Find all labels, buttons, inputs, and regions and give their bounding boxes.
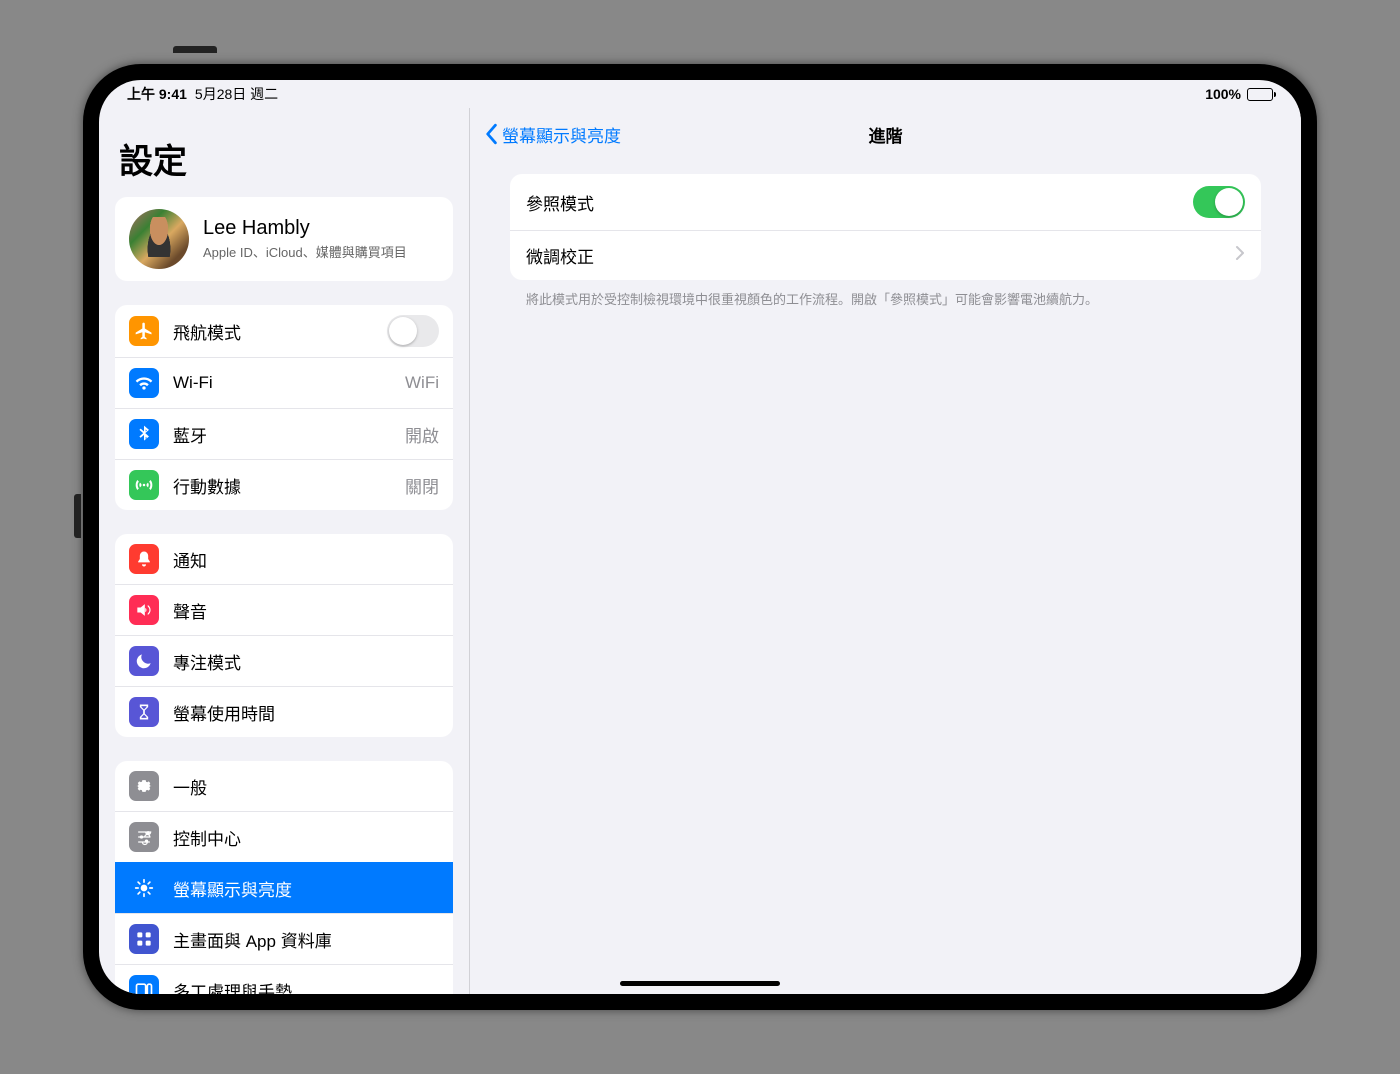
detail-title: 進階	[869, 122, 903, 147]
sidebar-item-wifi[interactable]: Wi-Fi WiFi	[115, 357, 453, 408]
account-sub: Apple ID、iCloud、媒體與購買項目	[203, 242, 407, 261]
sidebar-item-general[interactable]: 一般	[115, 761, 453, 811]
row-label: 微調校正	[526, 243, 1235, 268]
sidebar-item-label: Wi-Fi	[173, 373, 391, 393]
sidebar-item-screentime[interactable]: 螢幕使用時間	[115, 686, 453, 737]
group-notifications: 通知 聲音 專注模式	[115, 534, 453, 737]
detail-pane: 螢幕顯示與亮度 進階 參照模式 微調校正	[469, 108, 1301, 994]
status-bar: 上午 9:41 5月28日 週二 100%	[99, 80, 1301, 108]
reference-mode-row[interactable]: 參照模式	[510, 174, 1261, 230]
sidebar-item-label: 專注模式	[173, 649, 439, 674]
sidebar-item-control-center[interactable]: 控制中心	[115, 811, 453, 862]
speaker-icon	[129, 595, 159, 625]
avatar	[129, 209, 189, 269]
sidebar-item-multitasking[interactable]: 多工處理與手勢	[115, 964, 453, 994]
multitask-icon	[129, 975, 159, 994]
sidebar-item-label: 控制中心	[173, 825, 439, 850]
status-date: 5月28日 週二	[195, 84, 278, 104]
sidebar-item-label: 聲音	[173, 598, 439, 623]
account-card[interactable]: Lee Hambly Apple ID、iCloud、媒體與購買項目	[115, 197, 453, 281]
sidebar-item-bluetooth[interactable]: 藍牙 開啟	[115, 408, 453, 459]
back-button[interactable]: 螢幕顯示與亮度	[484, 122, 621, 147]
battery-icon	[1247, 88, 1273, 101]
sidebar-item-label: 行動數據	[173, 473, 391, 498]
page-title: 設定	[115, 108, 453, 197]
sidebar-item-label: 通知	[173, 547, 439, 572]
device-frame: 上午 9:41 5月28日 週二 100% 設定 Lee Ha	[83, 64, 1317, 1010]
status-time: 上午 9:41	[127, 84, 187, 104]
sidebar-item-notifications[interactable]: 通知	[115, 534, 453, 584]
sidebar-item-label: 螢幕顯示與亮度	[173, 876, 439, 901]
home-indicator[interactable]	[620, 981, 780, 986]
chevron-right-icon	[1235, 245, 1245, 266]
gear-icon	[129, 771, 159, 801]
hourglass-icon	[129, 697, 159, 727]
screen: 上午 9:41 5月28日 週二 100% 設定 Lee Ha	[99, 80, 1301, 994]
sidebar-item-label: 藍牙	[173, 422, 391, 447]
chevron-left-icon	[484, 123, 498, 145]
grid-icon	[129, 924, 159, 954]
sidebar-item-airplane[interactable]: 飛航模式	[115, 305, 453, 357]
sidebar-item-label: 一般	[173, 774, 439, 799]
advanced-group: 參照模式 微調校正	[510, 174, 1261, 280]
sidebar-item-display[interactable]: 螢幕顯示與亮度	[115, 862, 453, 913]
group-general: 一般 控制中心 螢幕顯示與亮度	[115, 761, 453, 994]
battery-pct: 100%	[1205, 86, 1241, 102]
reference-mode-switch[interactable]	[1193, 186, 1245, 218]
fine-tune-row[interactable]: 微調校正	[510, 230, 1261, 280]
group-network: 飛航模式 Wi-Fi WiFi 藍牙	[115, 305, 453, 510]
row-label: 參照模式	[526, 190, 1193, 215]
sidebar-item-home-screen[interactable]: 主畫面與 App 資料庫	[115, 913, 453, 964]
row-value: 關閉	[405, 473, 439, 498]
toggles-icon	[129, 822, 159, 852]
brightness-icon	[129, 873, 159, 903]
sidebar-item-sound[interactable]: 聲音	[115, 584, 453, 635]
account-name: Lee Hambly	[203, 217, 407, 240]
airplane-switch[interactable]	[387, 315, 439, 347]
airplane-icon	[129, 316, 159, 346]
back-label: 螢幕顯示與亮度	[502, 122, 621, 147]
sidebar-item-focus[interactable]: 專注模式	[115, 635, 453, 686]
bluetooth-icon	[129, 419, 159, 449]
bell-icon	[129, 544, 159, 574]
detail-header: 螢幕顯示與亮度 進階	[470, 108, 1301, 160]
sidebar-item-label: 飛航模式	[173, 319, 373, 344]
wifi-icon	[129, 368, 159, 398]
sidebar-item-label: 螢幕使用時間	[173, 700, 439, 725]
row-value: WiFi	[405, 373, 439, 393]
row-value: 開啟	[405, 422, 439, 447]
sidebar-item-label: 主畫面與 App 資料庫	[173, 927, 439, 952]
sidebar-item-label: 多工處理與手勢	[173, 978, 439, 995]
antenna-icon	[129, 470, 159, 500]
moon-icon	[129, 646, 159, 676]
sidebar: 設定 Lee Hambly Apple ID、iCloud、媒體與購買項目	[99, 108, 469, 994]
group-footer: 將此模式用於受控制檢視環境中很重視顏色的工作流程。開啟「參照模式」可能會影響電池…	[510, 280, 1261, 310]
sidebar-item-cellular[interactable]: 行動數據 關閉	[115, 459, 453, 510]
